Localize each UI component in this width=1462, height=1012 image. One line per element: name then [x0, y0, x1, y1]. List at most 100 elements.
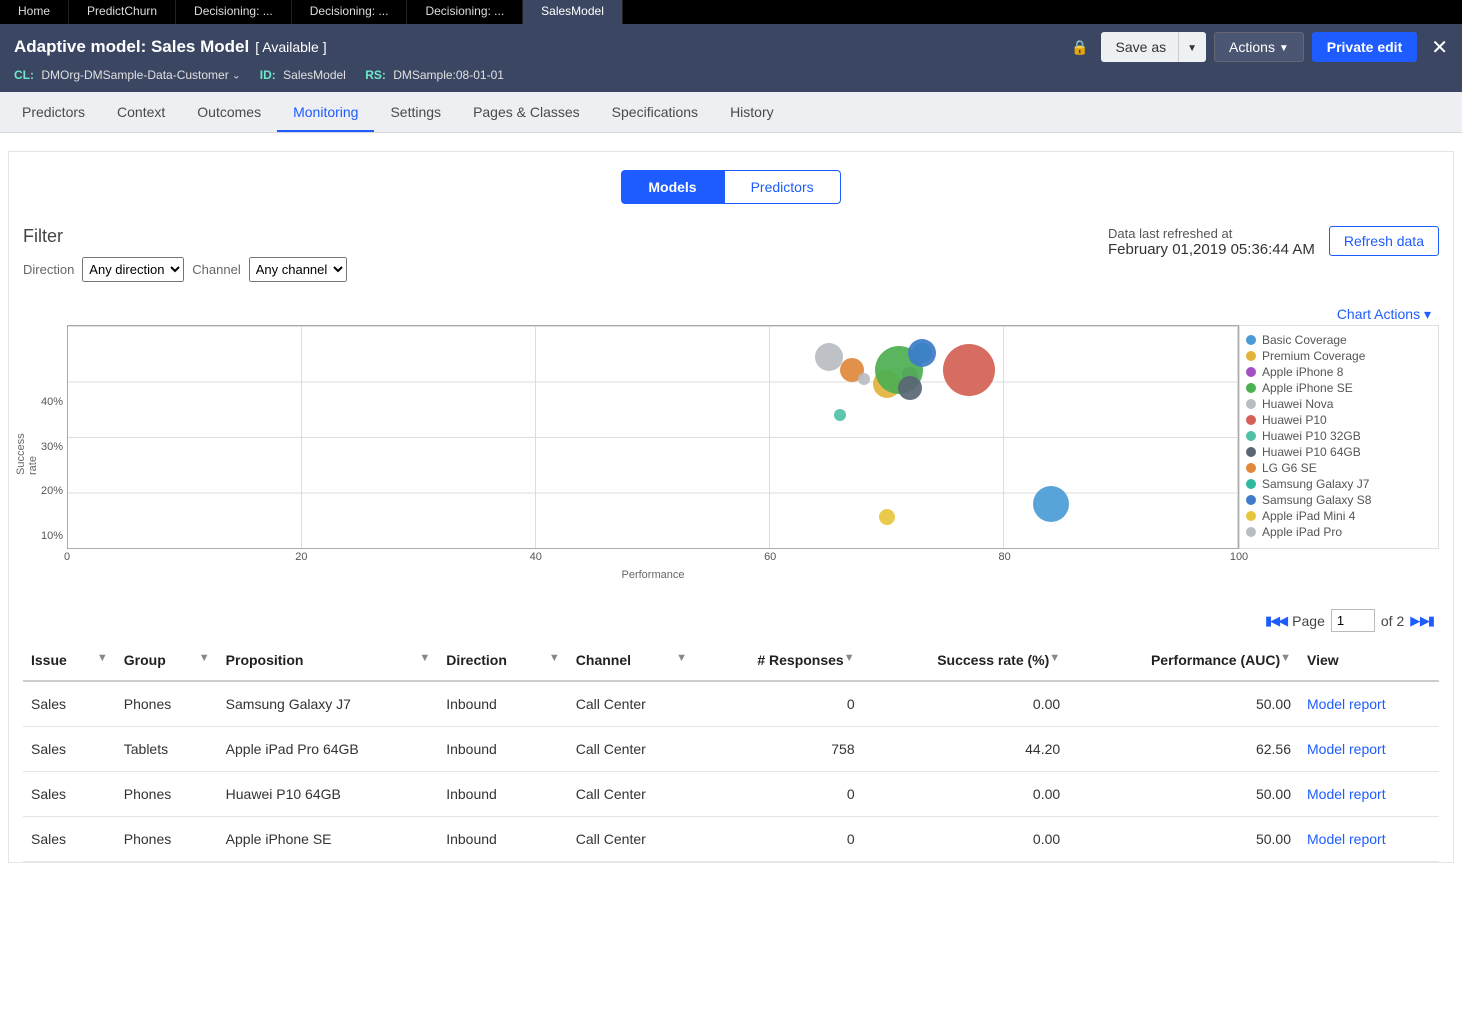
x-tick: 40 — [530, 551, 542, 563]
page-nav-item[interactable]: Settings — [374, 92, 457, 132]
cell-channel: Call Center — [568, 681, 695, 727]
page-nav-item[interactable]: Predictors — [6, 92, 101, 132]
legend-item[interactable]: LG G6 SE — [1244, 460, 1434, 476]
chart-bubble[interactable] — [834, 409, 846, 421]
chart-plot-area[interactable] — [67, 325, 1239, 549]
model-report-link[interactable]: Model report — [1307, 696, 1386, 712]
filter-icon[interactable]: ▼ — [549, 652, 560, 664]
cell-group: Phones — [116, 772, 218, 817]
column-header[interactable]: Performance (AUC) ▼ — [1068, 642, 1299, 681]
legend-item[interactable]: Huawei P10 — [1244, 412, 1434, 428]
column-header[interactable]: Proposition ▼ — [218, 642, 439, 681]
legend-swatch — [1246, 399, 1256, 409]
chart-bubble[interactable] — [1033, 486, 1069, 522]
model-report-link[interactable]: Model report — [1307, 741, 1386, 757]
legend-swatch — [1246, 447, 1256, 457]
column-header[interactable]: Direction ▼ — [438, 642, 568, 681]
legend-item[interactable]: Huawei P10 32GB — [1244, 428, 1434, 444]
column-header[interactable]: Issue ▼ — [23, 642, 116, 681]
column-header[interactable]: Group ▼ — [116, 642, 218, 681]
chart-bubble[interactable] — [815, 343, 843, 371]
chart-bubble[interactable] — [898, 376, 922, 400]
filter-icon[interactable]: ▼ — [1049, 652, 1060, 664]
seg-predictors[interactable]: Predictors — [724, 170, 841, 204]
save-as-dropdown[interactable]: ▼ — [1178, 32, 1206, 62]
page-nav-item[interactable]: Monitoring — [277, 92, 374, 132]
filter-icon[interactable]: ▼ — [1280, 652, 1291, 664]
record-header: Adaptive model: Sales Model [ Available … — [0, 24, 1462, 92]
x-tick: 100 — [1230, 551, 1248, 563]
column-header[interactable]: Channel ▼ — [568, 642, 695, 681]
x-tick: 80 — [998, 551, 1010, 563]
table-row: SalesTabletsApple iPad Pro 64GBInboundCa… — [23, 727, 1439, 772]
chart-bubble[interactable] — [879, 509, 895, 525]
legend-item[interactable]: Samsung Galaxy S8 — [1244, 492, 1434, 508]
filter-icon[interactable]: ▼ — [97, 652, 108, 664]
chart-actions-menu[interactable]: Chart Actions ▾ — [23, 306, 1431, 323]
direction-select[interactable]: Any direction — [82, 257, 184, 282]
legend-item[interactable]: Huawei Nova — [1244, 396, 1434, 412]
page-nav-item[interactable]: Outcomes — [181, 92, 277, 132]
legend-item[interactable]: Apple iPhone SE — [1244, 380, 1434, 396]
chart-legend[interactable]: Basic CoveragePremium CoverageApple iPho… — [1239, 325, 1439, 549]
app-tab[interactable]: PredictChurn — [69, 0, 176, 24]
cell-view: Model report — [1299, 681, 1439, 727]
app-tab[interactable]: Decisioning: ... — [176, 0, 292, 24]
x-tick: 0 — [64, 551, 70, 563]
chart-bubble[interactable] — [943, 344, 995, 396]
page-nav-item[interactable]: Pages & Classes — [457, 92, 596, 132]
model-report-link[interactable]: Model report — [1307, 831, 1386, 847]
page-next-icon[interactable]: ▶ ▶▮ — [1410, 613, 1433, 629]
legend-label: Huawei P10 64GB — [1262, 445, 1361, 459]
cell-proposition: Apple iPhone SE — [218, 817, 439, 862]
legend-item[interactable]: Huawei P10 64GB — [1244, 444, 1434, 460]
page-nav-item[interactable]: Context — [101, 92, 181, 132]
legend-swatch — [1246, 383, 1256, 393]
chart-bubble[interactable] — [858, 373, 870, 385]
close-icon[interactable]: ✕ — [1431, 35, 1448, 60]
legend-item[interactable]: Apple iPhone 8 — [1244, 364, 1434, 380]
page-first-icon[interactable]: ▮◀◀ — [1265, 613, 1286, 629]
page-input[interactable] — [1331, 609, 1375, 632]
app-tab[interactable]: Decisioning: ... — [407, 0, 523, 24]
chart-bubble[interactable] — [908, 339, 936, 367]
legend-item[interactable]: Apple iPad Pro — [1244, 524, 1434, 540]
legend-item[interactable]: Samsung Galaxy J7 — [1244, 476, 1434, 492]
column-header[interactable]: View — [1299, 642, 1439, 681]
cell-view: Model report — [1299, 817, 1439, 862]
cl-key: CL: — [14, 68, 34, 82]
cl-value[interactable]: DMOrg-DMSample-Data-Customer ⌄ — [41, 68, 240, 82]
filter-icon[interactable]: ▼ — [676, 652, 687, 664]
page-nav-item[interactable]: Specifications — [596, 92, 714, 132]
app-tab[interactable]: Decisioning: ... — [292, 0, 408, 24]
refresh-data-button[interactable]: Refresh data — [1329, 226, 1439, 256]
cell-direction: Inbound — [438, 727, 568, 772]
cell-channel: Call Center — [568, 772, 695, 817]
app-tab[interactable]: Home — [0, 0, 69, 24]
cell-direction: Inbound — [438, 817, 568, 862]
legend-item[interactable]: Basic Coverage — [1244, 332, 1434, 348]
column-header[interactable]: Success rate (%) ▼ — [863, 642, 1069, 681]
legend-item[interactable]: Apple iPad Mini 4 — [1244, 508, 1434, 524]
private-edit-button[interactable]: Private edit — [1312, 32, 1417, 62]
legend-label: Apple iPhone SE — [1262, 381, 1353, 395]
legend-swatch — [1246, 527, 1256, 537]
y-tick: 10% — [41, 530, 63, 542]
filter-icon[interactable]: ▼ — [419, 652, 430, 664]
cell-performance: 62.56 — [1068, 727, 1299, 772]
legend-item[interactable]: Premium Coverage — [1244, 348, 1434, 364]
model-report-link[interactable]: Model report — [1307, 786, 1386, 802]
page-title: Adaptive model: Sales Model — [14, 37, 249, 57]
cell-responses: 0 — [695, 817, 863, 862]
filter-icon[interactable]: ▼ — [199, 652, 210, 664]
actions-button[interactable]: Actions ▼ — [1214, 32, 1304, 62]
channel-select[interactable]: Any channel — [249, 257, 347, 282]
column-header[interactable]: # Responses ▼ — [695, 642, 863, 681]
page-nav-item[interactable]: History — [714, 92, 790, 132]
legend-label: Samsung Galaxy S8 — [1262, 493, 1371, 507]
filter-icon[interactable]: ▼ — [844, 652, 855, 664]
actions-label: Actions — [1229, 39, 1275, 55]
app-tab[interactable]: SalesModel — [523, 0, 623, 24]
seg-models[interactable]: Models — [621, 170, 723, 204]
save-as-button[interactable]: Save as — [1101, 32, 1182, 62]
